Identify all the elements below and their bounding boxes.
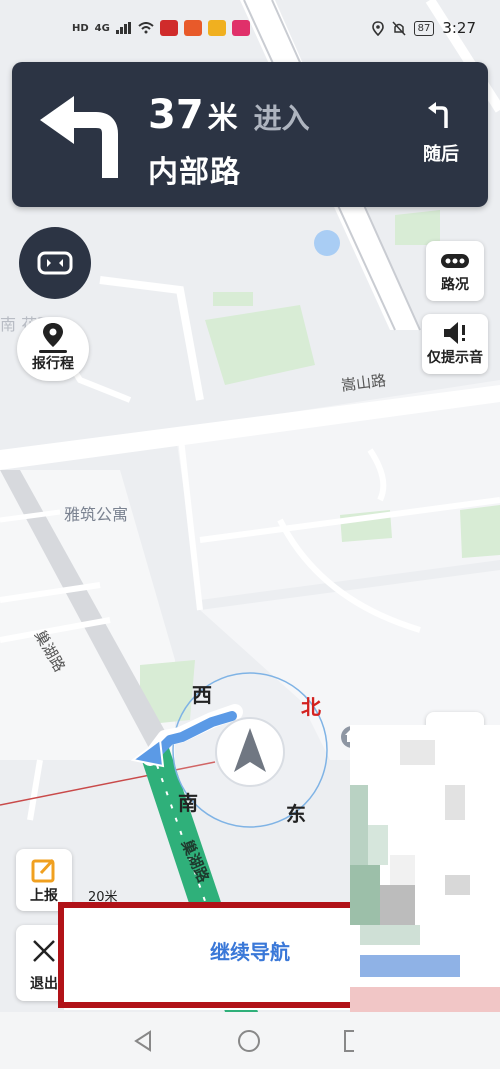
- speaker-icon: [444, 322, 465, 344]
- voice-assistant-button[interactable]: [19, 227, 91, 299]
- turn-left-arrow-icon: [40, 96, 118, 178]
- location-icon: [371, 20, 384, 36]
- app-notification-icon: [159, 20, 178, 36]
- app-notification-icon: [231, 20, 250, 36]
- back-icon[interactable]: [133, 1030, 153, 1052]
- compass-south: 南: [178, 791, 198, 815]
- voice-only-label: 仅提示音: [427, 350, 483, 366]
- status-left-icons: HD 4G: [72, 20, 250, 36]
- distance-row: 37 米 进入: [148, 92, 310, 138]
- distance-unit: 米: [207, 101, 238, 136]
- traffic-label: 路况: [441, 277, 469, 293]
- mute-icon: [392, 20, 406, 36]
- highlight-annotation: [58, 902, 358, 1008]
- recent-apps-icon[interactable]: [344, 1030, 354, 1052]
- clock: 3:27: [442, 19, 476, 37]
- traffic-button[interactable]: 路况: [426, 241, 484, 301]
- app-notification-icon: [207, 20, 226, 36]
- pixelated-overlay: [350, 725, 500, 1012]
- then-label: 随后: [423, 144, 459, 165]
- maneuver-action: 进入: [253, 102, 310, 135]
- report-trip-label: 报行程: [32, 356, 74, 372]
- traffic-icon: [441, 254, 469, 268]
- turn-left-small-icon: [428, 102, 448, 128]
- distance-value: 37: [148, 92, 204, 138]
- robot-icon: [37, 251, 73, 275]
- home-icon[interactable]: [238, 1030, 260, 1052]
- system-nav-bar: [0, 1012, 500, 1069]
- battery-indicator: 87: [413, 20, 435, 36]
- network-indicator: 4G: [94, 22, 110, 34]
- close-icon: [33, 940, 55, 962]
- hd-indicator: HD: [72, 22, 89, 34]
- road-name: 内部路: [148, 155, 241, 190]
- voice-only-button[interactable]: 仅提示音: [422, 314, 488, 374]
- next-maneuver: 随后: [416, 100, 466, 166]
- guidance-card[interactable]: 37 米 进入 内部路 随后: [12, 62, 488, 207]
- app-notification-icon: [183, 20, 202, 36]
- signal-icon: [115, 22, 131, 34]
- location-pin-icon: [39, 323, 67, 353]
- status-right-icons: 87 3:27: [371, 19, 476, 37]
- report-trip-button[interactable]: 报行程: [17, 317, 89, 381]
- compass-north: 北: [301, 695, 321, 719]
- edit-icon: [31, 858, 55, 883]
- compass-west: 西: [192, 683, 212, 707]
- wifi-icon: [138, 22, 154, 34]
- map-label-poi: 雅筑公寓: [64, 505, 129, 524]
- status-bar: HD 4G 87 3:27: [0, 0, 500, 58]
- compass-east: 东: [286, 802, 306, 826]
